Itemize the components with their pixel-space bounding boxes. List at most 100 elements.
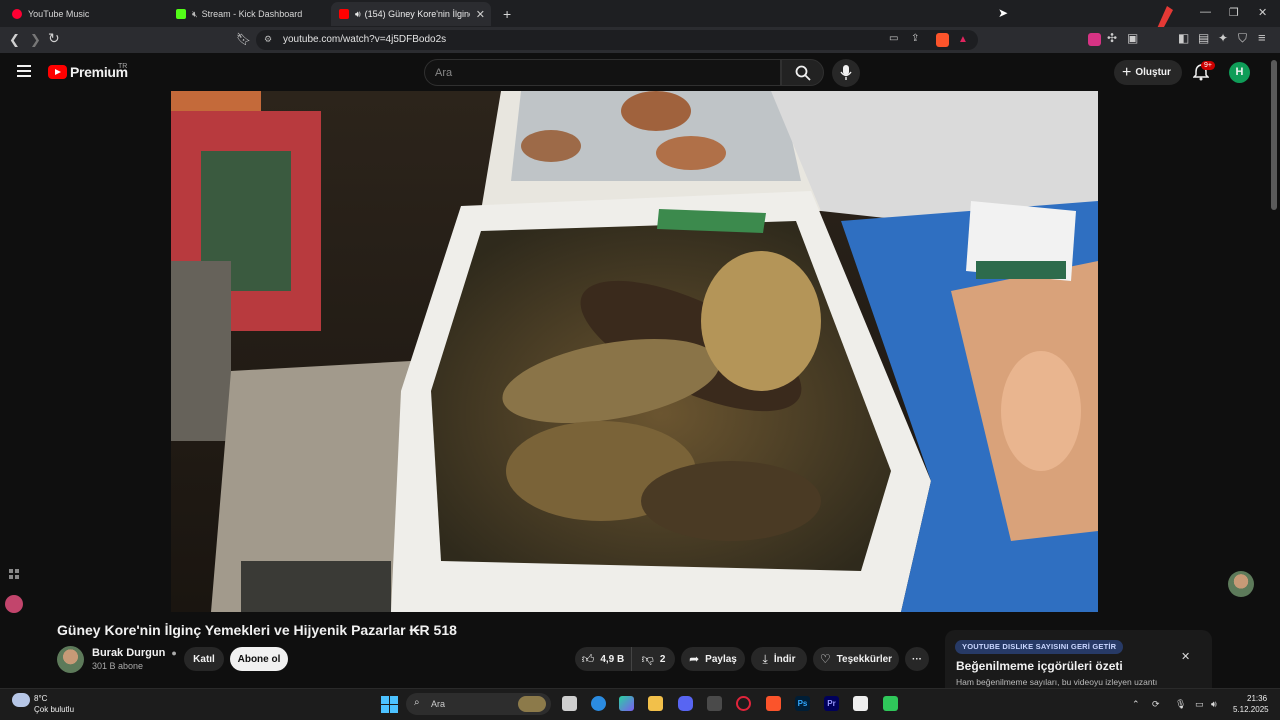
- subscribe-button[interactable]: Abone ol: [230, 647, 288, 671]
- video-frame-image: [171, 91, 1098, 612]
- channel-name-text: Burak Durgun: [92, 647, 166, 659]
- brave-browser-icon[interactable]: [766, 696, 781, 711]
- site-info-icon[interactable]: ⚙: [264, 34, 272, 45]
- vpn-icon[interactable]: ⛉: [1238, 31, 1247, 46]
- taskbar-search-box[interactable]: ⌕: [406, 693, 551, 715]
- plus-icon: +: [1122, 63, 1132, 81]
- volume-icon[interactable]: 🔊︎: [1211, 699, 1217, 710]
- promo-tag: YOUTUBE DISLIKE SAYISINI GERİ GETİR: [955, 640, 1124, 654]
- page-scrollbar[interactable]: [1271, 60, 1277, 210]
- mini-channel-avatar[interactable]: [1228, 571, 1254, 597]
- voice-search-button[interactable]: [832, 59, 860, 87]
- copilot-icon[interactable]: [619, 696, 634, 711]
- thumbs-up-icon: 👍︎: [581, 651, 595, 666]
- share-button[interactable]: ➦ Paylaş: [681, 647, 745, 671]
- weather-icon[interactable]: [12, 693, 30, 707]
- minimize-button[interactable]: —: [1200, 6, 1211, 18]
- kick-app-icon[interactable]: [883, 696, 898, 711]
- video-player[interactable]: [171, 91, 1098, 612]
- microphone-icon: [840, 65, 852, 80]
- tab-label: YouTube Music: [28, 9, 90, 19]
- download-icon: ⤓: [762, 651, 768, 666]
- tab-youtube-video[interactable]: 🔊︎ (154) Güney Kore'nin İlginç Ye ✕: [331, 2, 491, 26]
- search-placeholder: Ara: [435, 67, 453, 79]
- reload-icon[interactable]: ↻: [48, 30, 60, 47]
- youtube-music-icon: [12, 9, 22, 19]
- like-button[interactable]: 👍︎ 4,9 B: [575, 647, 632, 671]
- like-count: 4,9 B: [600, 653, 625, 665]
- share-icon[interactable]: ⇪: [911, 33, 919, 44]
- forward-icon[interactable]: ❯: [30, 32, 41, 48]
- tab-label: Stream - Kick Dashboard: [201, 9, 303, 19]
- cast-icon[interactable]: ▭: [889, 33, 898, 44]
- dislike-button[interactable]: 👎︎ 2: [632, 647, 675, 671]
- new-tab-button[interactable]: +: [495, 2, 515, 26]
- share-arrow-icon: ➦: [689, 652, 700, 666]
- clock-time[interactable]: 21:36: [1247, 694, 1267, 703]
- app-icon[interactable]: [707, 696, 722, 711]
- display-icon[interactable]: ▭: [1195, 699, 1204, 710]
- address-bar[interactable]: ⚙ youtube.com/watch?v=4j5DFBodo2s ▭ ⇪ ▲: [256, 30, 978, 50]
- apps-grid-icon[interactable]: [5, 565, 23, 583]
- widget-app-icon[interactable]: [591, 696, 606, 711]
- screenshot-icon[interactable]: ▣: [1127, 31, 1138, 45]
- create-button[interactable]: + Oluştur: [1114, 60, 1182, 85]
- close-window-button[interactable]: ✕: [1258, 6, 1267, 19]
- region-code: TR: [118, 63, 128, 70]
- extension-icon[interactable]: [1088, 33, 1101, 46]
- promo-title: Beğenilmeme içgörüleri özeti: [956, 659, 1123, 673]
- microphone-tray-icon[interactable]: 🎙︎: [1175, 699, 1186, 710]
- thumbs-down-icon: 👎︎: [641, 651, 654, 666]
- file-explorer-icon[interactable]: [648, 696, 663, 711]
- tab-youtube-music[interactable]: YouTube Music: [4, 2, 169, 26]
- hamburger-menu-icon[interactable]: [17, 65, 31, 77]
- audio-playing-icon: 🔊︎: [355, 8, 361, 19]
- sidebar-icon[interactable]: ◧: [1178, 31, 1189, 45]
- thanks-button[interactable]: ♡ Teşekkürler: [813, 647, 899, 671]
- brave-shields-icon[interactable]: [936, 33, 949, 47]
- sync-icon[interactable]: ⟳: [1152, 699, 1160, 710]
- youtube-header: Premium TR Ara + Oluştur 9+ H: [0, 53, 1280, 91]
- download-label: İndir: [773, 653, 796, 665]
- menu-icon[interactable]: ≡: [1258, 30, 1266, 45]
- channel-name[interactable]: Burak Durgun ●: [92, 647, 177, 659]
- photoshop-icon[interactable]: Ps: [795, 696, 810, 711]
- dislike-count: 2: [659, 653, 666, 665]
- thanks-heart-icon: ♡: [819, 652, 831, 666]
- back-icon[interactable]: ❮: [9, 32, 20, 48]
- clock-date[interactable]: 5.12.2025: [1233, 705, 1269, 714]
- premiere-icon[interactable]: Pr: [824, 696, 839, 711]
- windows-start-icon[interactable]: [381, 696, 398, 713]
- discord-icon[interactable]: [678, 696, 693, 711]
- close-tab-icon[interactable]: ✕: [476, 8, 485, 21]
- url-text[interactable]: youtube.com/watch?v=4j5DFBodo2s: [283, 34, 446, 45]
- close-icon[interactable]: ✕: [1181, 650, 1190, 663]
- maximize-button[interactable]: ❐: [1229, 6, 1239, 19]
- extension-bubble-icon[interactable]: [5, 595, 23, 613]
- leo-ai-icon[interactable]: ✦: [1218, 31, 1228, 45]
- download-button[interactable]: ⤓ İndir: [751, 647, 807, 671]
- channel-avatar[interactable]: [57, 646, 84, 673]
- bookmark-icon[interactable]: 🔖︎: [236, 32, 251, 46]
- thanks-label: Teşekkürler: [836, 653, 893, 665]
- wallet-icon[interactable]: ▤: [1198, 31, 1209, 45]
- search-icon: [795, 65, 811, 81]
- taskbar-search-placeholder: Ara: [431, 699, 446, 709]
- extensions-puzzle-icon[interactable]: ✣: [1107, 31, 1117, 45]
- app-icon[interactable]: [853, 696, 868, 711]
- search-button[interactable]: [781, 59, 824, 86]
- tray-overflow-icon[interactable]: ⌃: [1132, 699, 1140, 710]
- create-label: Oluştur: [1135, 67, 1171, 78]
- youtube-logo-icon[interactable]: [48, 65, 67, 79]
- weather-description[interactable]: Çok bulutlu: [34, 705, 74, 714]
- video-title: Güney Kore'nin İlginç Yemekleri ve Hijye…: [57, 622, 457, 638]
- search-input[interactable]: Ara: [424, 59, 781, 86]
- more-actions-button[interactable]: ···: [905, 647, 929, 671]
- join-button[interactable]: Katıl: [184, 647, 224, 671]
- account-avatar[interactable]: H: [1229, 62, 1250, 83]
- task-view-icon[interactable]: [562, 696, 577, 711]
- tab-kick-dashboard[interactable]: 🔇︎ Stream - Kick Dashboard: [168, 2, 330, 26]
- opera-gx-icon[interactable]: [736, 696, 751, 711]
- brave-rewards-icon[interactable]: ▲: [958, 34, 968, 45]
- weather-temperature[interactable]: 8°C: [34, 694, 47, 703]
